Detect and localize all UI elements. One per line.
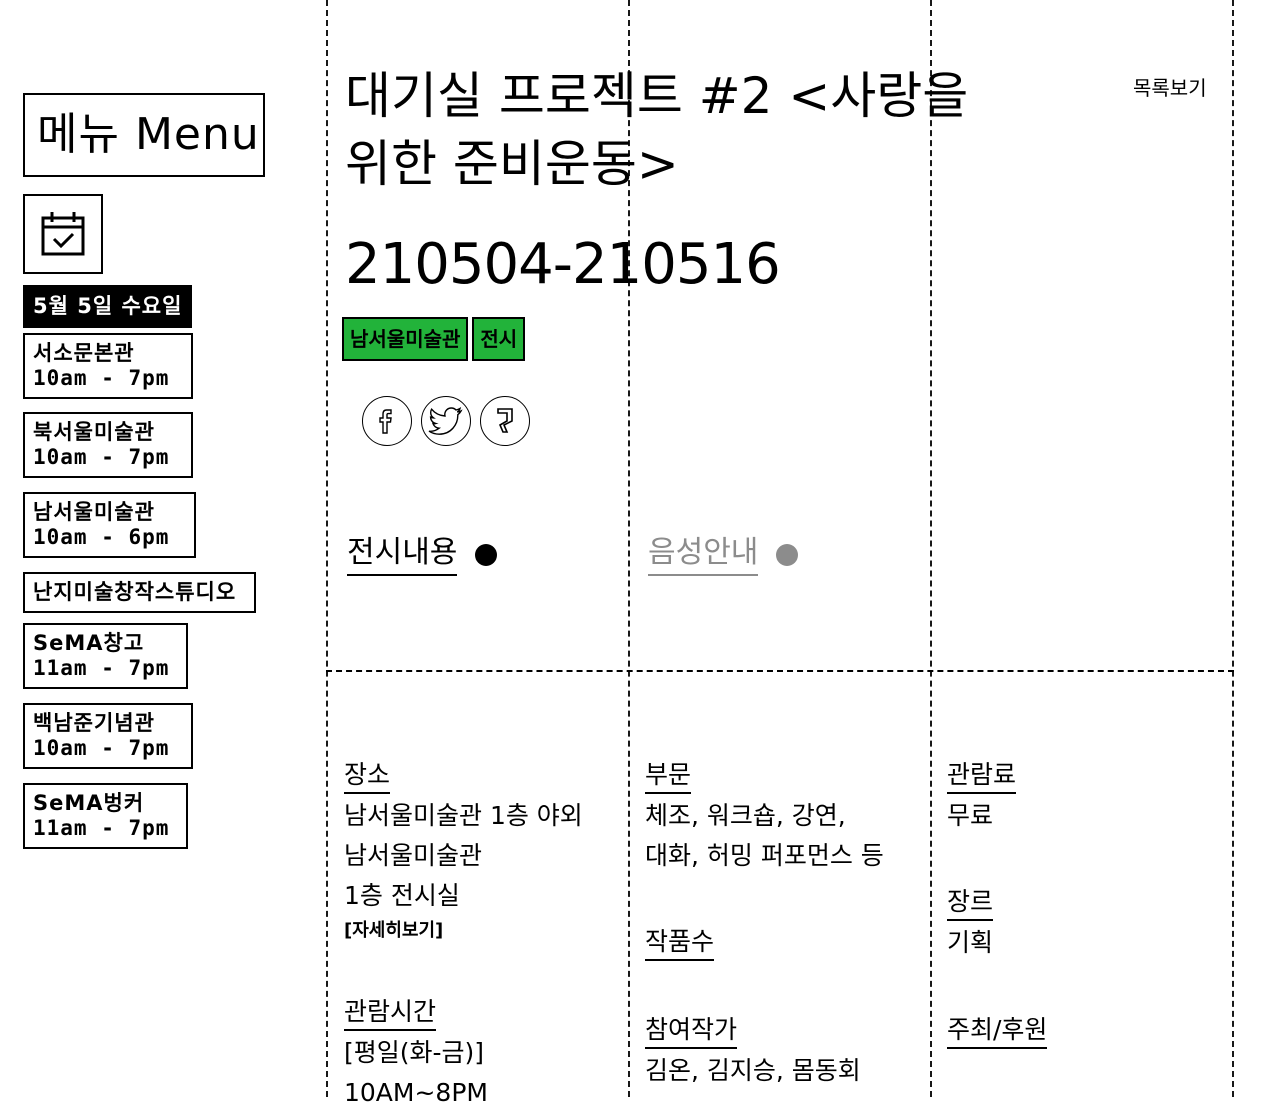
venue-name: 서소문본관 <box>33 341 135 365</box>
hours-line: [평일(화-금)] <box>344 1038 485 1067</box>
venue-hours: 10am - 7pm <box>33 366 170 390</box>
kakaostory-share-button[interactable] <box>480 396 530 446</box>
hours-line: 10AM~8PM <box>344 1078 488 1107</box>
genre-label: 장르 <box>947 885 994 921</box>
hours-info: 관람시간 [평일(화-금)] 10AM~8PM <box>344 992 488 1113</box>
venue-nanji[interactable]: 난지미술창작스튜디오 <box>23 572 256 613</box>
venue-nam-seoul[interactable]: 남서울미술관 10am - 6pm <box>23 492 196 558</box>
tab-indicator-dot <box>776 543 799 566</box>
hours-label: 관람시간 <box>344 995 437 1031</box>
artists-label: 참여작가 <box>645 1013 738 1049</box>
venue-label: 장소 <box>344 758 391 794</box>
venue-nam-june-paik[interactable]: 백남준기념관 10am - 7pm <box>23 703 193 769</box>
artists-line: 김온, 김지승, 몸동회 <box>645 1056 861 1085</box>
venue-name: SeMA벙커 <box>33 791 145 815</box>
tab-indicator-dot <box>475 543 498 566</box>
grid-line <box>326 670 1234 672</box>
venue-name: 난지미술창작스튜디오 <box>33 580 237 604</box>
artists-info: 참여작가 김온, 김지승, 몸동회 <box>645 1010 861 1091</box>
venue-hours: 10am - 7pm <box>33 736 170 760</box>
tab-label: 전시내용 <box>347 533 458 576</box>
list-view-link[interactable]: 목록보기 <box>1133 72 1207 101</box>
venue-line: 남서울미술관 1층 야외 <box>344 801 583 830</box>
kakaostory-icon <box>497 408 513 433</box>
venue-line: 1층 전시실 <box>344 881 460 910</box>
genre-value: 기획 <box>947 928 994 957</box>
host-info: 주최/후원 <box>947 1010 1048 1051</box>
tag-category[interactable]: 전시 <box>472 317 526 361</box>
venue-hours: 11am - 7pm <box>33 816 170 840</box>
category-line: 체조, 워크숍, 강연, <box>645 801 846 830</box>
tag-venue[interactable]: 남서울미술관 <box>342 317 469 361</box>
page-title: 대기실 프로젝트 #2 <사랑을 위한 준비운동> <box>345 67 969 193</box>
calendar-icon <box>41 212 85 256</box>
venue-buk-seoul[interactable]: 북서울미술관 10am - 7pm <box>23 412 193 478</box>
tag-list: 남서울미술관 전시 <box>342 317 526 361</box>
venue-line: 남서울미술관 <box>344 841 483 870</box>
fee-label: 관람료 <box>947 758 1017 794</box>
venue-seosomun[interactable]: 서소문본관 10am - 7pm <box>23 333 193 399</box>
facebook-icon <box>379 409 392 434</box>
today-date: 5월 5일 수요일 <box>23 285 193 328</box>
twitter-share-button[interactable] <box>421 396 471 446</box>
host-label: 주최/후원 <box>947 1013 1048 1049</box>
share-buttons <box>362 396 530 446</box>
tab-label: 음성안내 <box>648 533 759 576</box>
venue-info: 장소 남서울미술관 1층 야외 남서울미술관 1층 전시실 [자세히보기] <box>344 755 583 946</box>
grid-line <box>1232 0 1234 1097</box>
works-label: 작품수 <box>645 925 715 961</box>
venue-hours: 10am - 6pm <box>33 525 170 549</box>
calendar-button[interactable] <box>23 194 103 274</box>
exhibition-period: 210504-210516 <box>345 232 781 297</box>
venue-detail-link[interactable]: [자세히보기] <box>344 916 583 946</box>
category-info: 부문 체조, 워크숍, 강연, 대화, 허밍 퍼포먼스 등 <box>645 755 884 876</box>
genre-info: 장르 기획 <box>947 882 994 963</box>
grid-line <box>326 0 328 1097</box>
category-line: 대화, 허밍 퍼포먼스 등 <box>645 841 884 870</box>
tab-exhibition-content[interactable]: 전시내용 <box>347 533 498 576</box>
tab-audio-guide[interactable]: 음성안내 <box>648 533 799 576</box>
venue-hours: 10am - 7pm <box>33 445 170 469</box>
venue-name: 북서울미술관 <box>33 420 155 444</box>
fee-value: 무료 <box>947 801 994 830</box>
venue-name: SeMA창고 <box>33 631 145 655</box>
venue-name: 백남준기념관 <box>33 711 155 735</box>
works-info: 작품수 <box>645 922 715 963</box>
venue-hours: 11am - 7pm <box>33 656 170 680</box>
twitter-icon <box>428 407 463 435</box>
category-label: 부문 <box>645 758 692 794</box>
venue-sema-bunker[interactable]: SeMA벙커 11am - 7pm <box>23 783 188 849</box>
facebook-share-button[interactable] <box>362 396 412 446</box>
fee-info: 관람료 무료 <box>947 755 1017 836</box>
menu-button[interactable]: 메뉴 Menu <box>23 93 265 177</box>
venue-name: 남서울미술관 <box>33 500 155 524</box>
venue-sema-warehouse[interactable]: SeMA창고 11am - 7pm <box>23 623 188 689</box>
